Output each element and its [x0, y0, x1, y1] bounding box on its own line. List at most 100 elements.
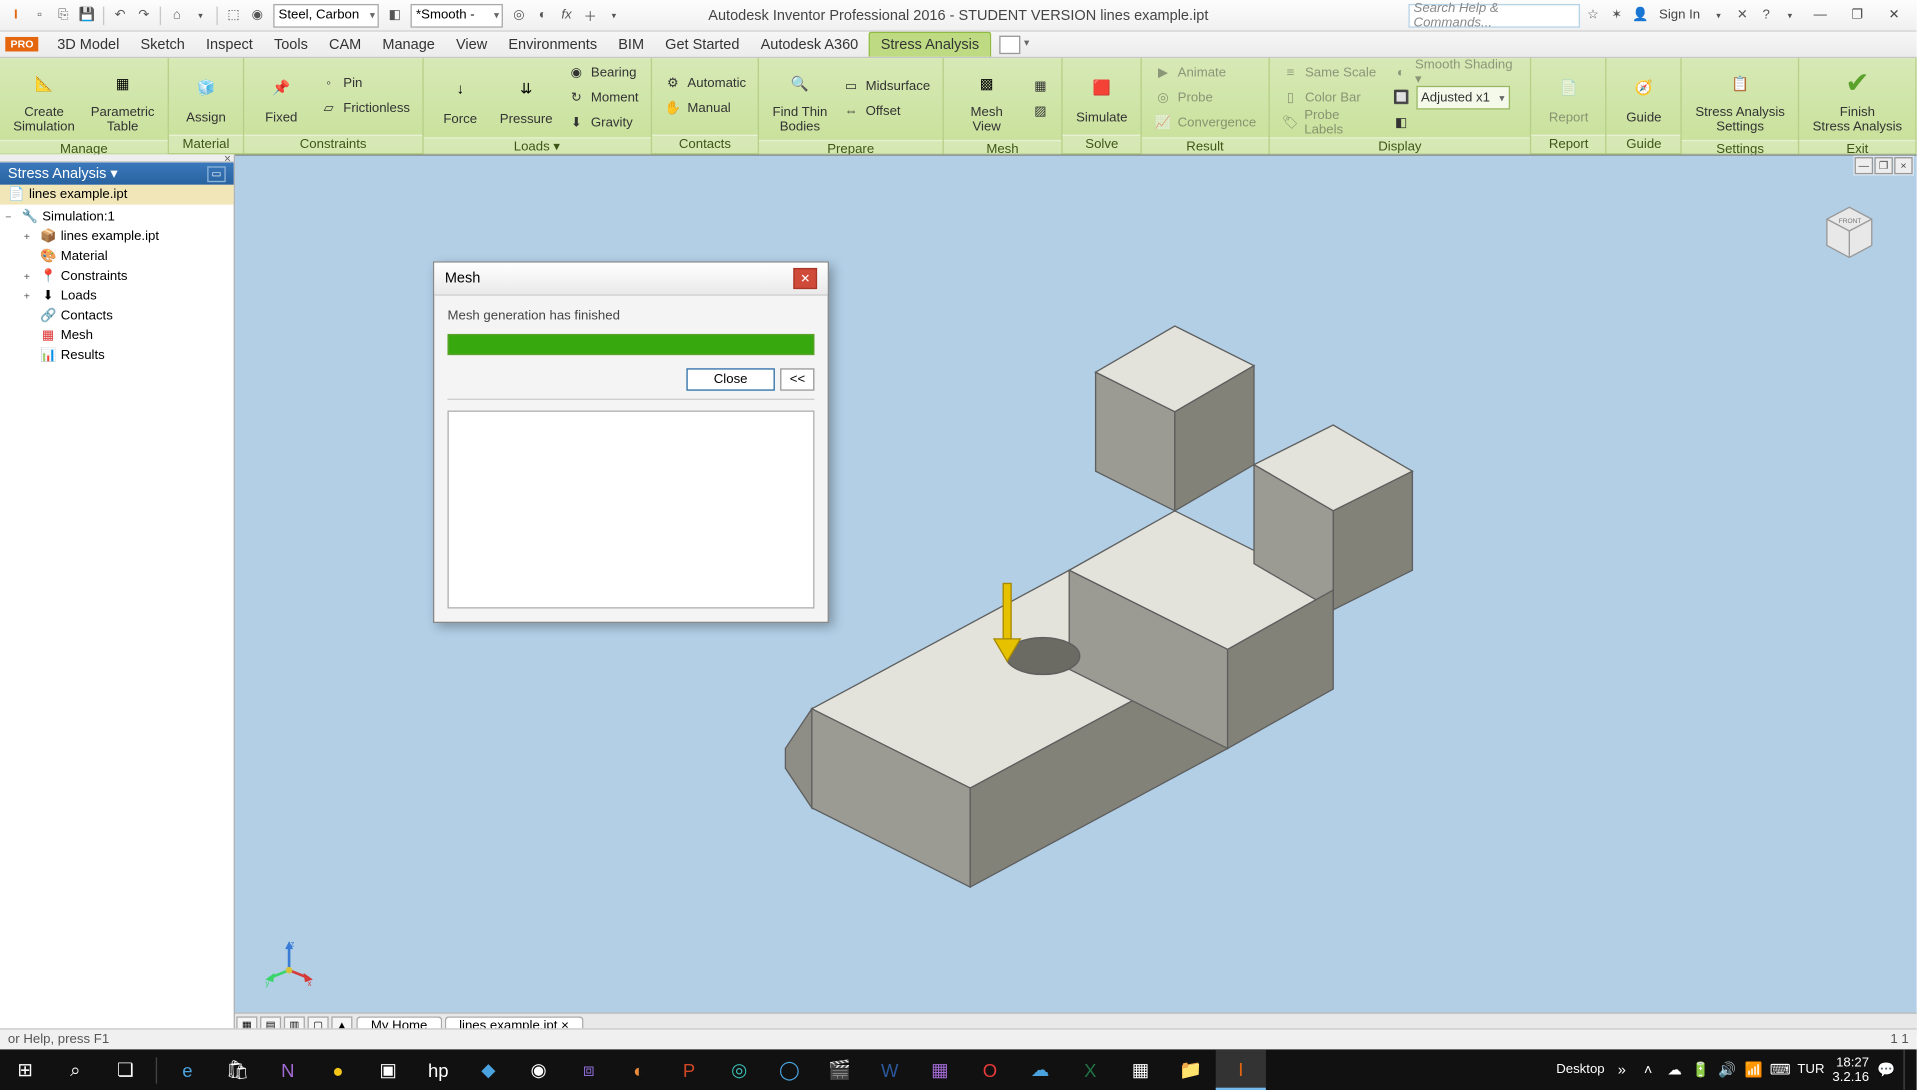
tree-loads[interactable]: +⬇Loads [5, 286, 228, 306]
measure-icon[interactable]: ◐ [532, 5, 553, 26]
onedrive-icon[interactable]: ☁ [1665, 1061, 1683, 1079]
show-desktop-button[interactable] [1903, 1049, 1911, 1090]
mesh-view-button[interactable]: ▩Mesh View [951, 61, 1022, 138]
app-icon-6[interactable]: ▦ [915, 1049, 965, 1090]
onenote-icon[interactable]: N [263, 1049, 313, 1090]
powerpoint-icon[interactable]: P [664, 1049, 714, 1090]
automatic-button[interactable]: ⚙Automatic [660, 72, 750, 96]
pin-button[interactable]: ◦Pin [316, 72, 414, 96]
explorer-icon[interactable]: 📁 [1166, 1049, 1216, 1090]
appearance-swatch-icon[interactable]: ◧ [384, 5, 405, 26]
edge-icon[interactable]: e [162, 1049, 212, 1090]
firefox-icon[interactable]: ◐ [614, 1049, 664, 1090]
dialog-titlebar[interactable]: Mesh ✕ [434, 263, 827, 296]
minimize-button[interactable]: ― [1803, 2, 1837, 28]
file-row[interactable]: 📄 lines example.ipt [0, 185, 234, 205]
tree-constraints[interactable]: +📍Constraints [5, 267, 228, 287]
app-icon-1[interactable]: ● [313, 1049, 363, 1090]
close-button[interactable]: Close [686, 368, 775, 390]
app-icon-5[interactable]: ◯ [764, 1049, 814, 1090]
offset-button[interactable]: ⇔Offset [838, 100, 934, 124]
tree-part[interactable]: +📦lines example.ipt [5, 227, 228, 247]
qat-dropdown-icon[interactable]: ▾ [603, 5, 624, 26]
find-thin-button[interactable]: 🔍Find Thin Bodies [767, 61, 832, 138]
tab-get-started[interactable]: Get Started [655, 33, 750, 57]
search-icon[interactable]: ⌕ [50, 1049, 100, 1090]
tree-mesh[interactable]: ▦Mesh [5, 326, 228, 346]
app-icon-4[interactable]: ◎ [714, 1049, 764, 1090]
store-icon[interactable]: 🛍 [213, 1049, 263, 1090]
keyboard-icon[interactable]: ⌨ [1771, 1061, 1789, 1079]
material-combo[interactable]: Steel, Carbon [273, 3, 379, 27]
tab-bim[interactable]: BIM [608, 33, 655, 57]
mdi-minimize-button[interactable]: ― [1855, 157, 1873, 174]
force-button[interactable]: ↓Force [431, 67, 489, 129]
gravity-button[interactable]: ⬇Gravity [563, 111, 642, 135]
signin-dropdown-icon[interactable]: ▾ [1708, 5, 1729, 26]
plus-icon[interactable]: ＋ [580, 5, 601, 26]
taskview-icon[interactable]: ❏ [100, 1049, 150, 1090]
app-icon-2[interactable]: ▣ [363, 1049, 413, 1090]
panel-close-icon[interactable]: × [224, 152, 231, 165]
viewport[interactable]: ― ❐ × FRONT [235, 154, 1917, 1036]
undo-icon[interactable]: ↶ [110, 5, 131, 26]
visualstudio-icon[interactable]: ⧈ [564, 1049, 614, 1090]
tab-tools[interactable]: Tools [263, 33, 318, 57]
tab-sketch[interactable]: Sketch [130, 33, 196, 57]
help-dropdown-icon[interactable]: ▾ [1779, 5, 1800, 26]
sign-in-link[interactable]: Sign In [1659, 8, 1700, 23]
material-swatch-icon[interactable]: ◉ [247, 5, 268, 26]
inventor-icon[interactable]: I [1216, 1049, 1266, 1090]
frictionless-button[interactable]: ▱Frictionless [316, 97, 414, 121]
hp-icon[interactable]: hp [413, 1049, 463, 1090]
simulate-button[interactable]: 🟥Simulate [1071, 65, 1133, 127]
tree-material[interactable]: 🎨Material [5, 247, 228, 267]
exchange-icon[interactable]: ✕ [1732, 5, 1753, 26]
chevrons-icon[interactable]: » [1613, 1061, 1631, 1079]
select-icon[interactable]: ⬚ [223, 5, 244, 26]
open-icon[interactable]: ⎘ [53, 5, 74, 26]
key-icon[interactable]: ✶ [1606, 5, 1627, 26]
mdi-restore-button[interactable]: ❐ [1874, 157, 1892, 174]
assign-button[interactable]: 🧊Assign [177, 65, 235, 127]
tab-manage[interactable]: Manage [372, 33, 446, 57]
search-input[interactable]: Search Help & Commands... [1408, 3, 1580, 27]
appearance-picker-icon[interactable]: ◎ [508, 5, 529, 26]
excel-icon[interactable]: X [1065, 1049, 1115, 1090]
parametric-table-button[interactable]: ▦Parametric Table [85, 61, 159, 138]
browser-options-icon[interactable]: ▭ [207, 166, 225, 182]
adjusted-combo[interactable]: Adjusted x1 [1416, 86, 1510, 110]
tab-stress-analysis[interactable]: Stress Analysis [869, 32, 991, 57]
finish-button[interactable]: ✔Finish Stress Analysis [1807, 61, 1907, 138]
tab-cam[interactable]: CAM [318, 33, 371, 57]
fx-icon[interactable]: fx [556, 5, 577, 26]
tree-sim[interactable]: −🔧Simulation:1 [5, 207, 228, 227]
adjusted-toggle[interactable]: 🔲Adjusted x1 [1388, 86, 1522, 110]
mesh-local-button[interactable]: ▨ [1027, 100, 1053, 124]
tab-3d-model[interactable]: 3D Model [47, 33, 130, 57]
opera-icon[interactable]: O [965, 1049, 1015, 1090]
wifi-icon[interactable]: 📶 [1745, 1061, 1763, 1079]
tab-doc-icon[interactable] [999, 35, 1020, 53]
chrome-icon[interactable]: ◉ [513, 1049, 563, 1090]
volume-icon[interactable]: 🔊 [1718, 1061, 1736, 1079]
word-icon[interactable]: W [865, 1049, 915, 1090]
app-menu-icon[interactable]: I [5, 5, 26, 26]
help-icon[interactable]: ? [1756, 5, 1777, 26]
redo-icon[interactable]: ↷ [133, 5, 154, 26]
notifications-icon[interactable]: 💬 [1877, 1061, 1895, 1079]
save-icon[interactable]: 💾 [77, 5, 98, 26]
fixed-button[interactable]: 📌Fixed [252, 65, 310, 127]
dialog-log[interactable] [447, 411, 814, 609]
manual-button[interactable]: ✋Manual [660, 97, 750, 121]
browser-header[interactable]: Stress Analysis ▾ ▭ [0, 162, 234, 184]
desktop-toolbar[interactable]: Desktop [1556, 1063, 1604, 1078]
tree-results[interactable]: 📊Results [5, 346, 228, 366]
mdi-close-button[interactable]: × [1894, 157, 1912, 174]
bearing-button[interactable]: ◉Bearing [563, 61, 642, 85]
report-button[interactable]: 📄Report [1540, 65, 1598, 127]
start-button[interactable]: ⊞ [0, 1049, 50, 1090]
mesh-settings-button[interactable]: ▦ [1027, 75, 1053, 99]
tab-inspect[interactable]: Inspect [195, 33, 263, 57]
tree-contacts[interactable]: 🔗Contacts [5, 306, 228, 326]
